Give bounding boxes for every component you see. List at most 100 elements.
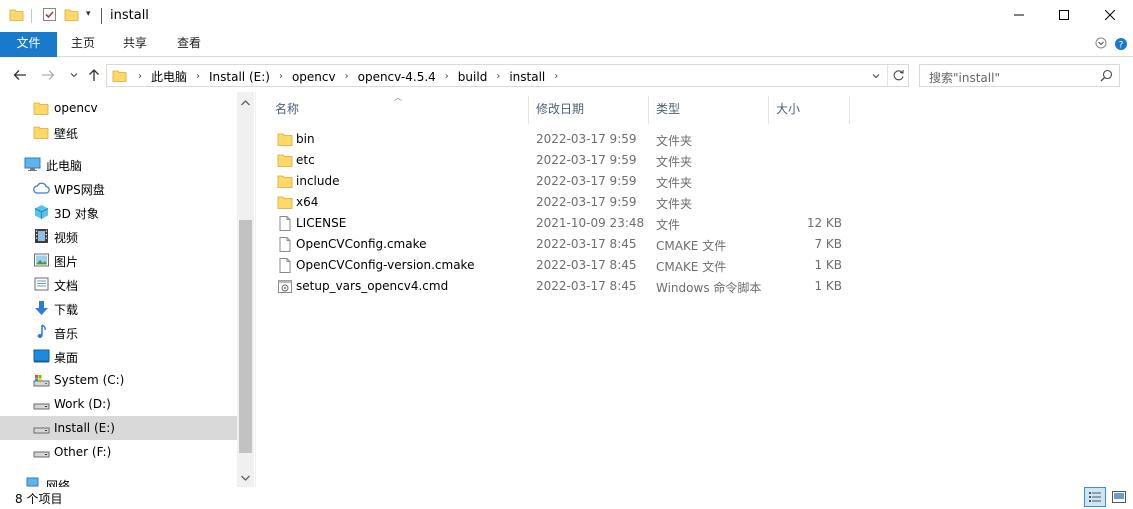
forward-button[interactable] — [37, 64, 59, 86]
breadcrumb-separator-icon[interactable]: › — [440, 71, 454, 82]
large-icons-view-button[interactable] — [1108, 487, 1130, 507]
column-divider[interactable] — [648, 96, 649, 124]
file-date: 2022-03-17 9:59 — [536, 195, 637, 209]
breadcrumb-separator-icon[interactable]: › — [274, 71, 288, 82]
folder-icon — [33, 124, 50, 140]
tab-view[interactable]: 查看 — [163, 32, 215, 57]
cloud-icon — [33, 180, 50, 196]
breadcrumb-item[interactable]: build — [454, 70, 492, 84]
nav-item-label: 视频 — [54, 231, 79, 245]
nav-item-downloads[interactable]: 下载 — [0, 296, 237, 320]
nav-item-videos[interactable]: 视频 — [0, 224, 237, 248]
breadcrumb-item[interactable]: opencv — [288, 70, 340, 84]
file-row[interactable]: OpenCVConfig.cmake 2022-03-17 8:45 CMAKE… — [256, 234, 856, 255]
nav-item-drive-e[interactable]: Install (E:) — [0, 416, 237, 440]
expand-ribbon-chevron-icon[interactable] — [1095, 37, 1107, 52]
navigation-pane: opencv 壁纸 此电脑 WPS网盘 3D 对象 视频 图片 文档 下载 音乐… — [0, 92, 255, 487]
nav-item-3d-objects[interactable]: 3D 对象 — [0, 200, 237, 224]
search-icon[interactable] — [1100, 69, 1113, 85]
file-date: 2022-03-17 8:45 — [536, 258, 637, 272]
column-header-size[interactable]: 大小 — [776, 96, 800, 122]
properties-check-icon[interactable] — [42, 7, 57, 25]
column-divider[interactable] — [849, 96, 850, 124]
nav-item-desktop[interactable]: 桌面 — [0, 344, 237, 368]
folder-icon — [33, 100, 50, 116]
file-type: 文件夹 — [656, 176, 693, 190]
file-name: include — [296, 174, 340, 188]
nav-item-this-pc[interactable]: 此电脑 — [0, 152, 237, 176]
column-divider[interactable] — [768, 96, 769, 124]
nav-item-music[interactable]: 音乐 — [0, 320, 237, 344]
file-type: CMAKE 文件 — [656, 239, 727, 253]
scroll-up-icon[interactable] — [240, 96, 251, 110]
breadcrumb-separator-icon[interactable]: › — [549, 71, 563, 82]
recent-locations-button[interactable] — [63, 64, 85, 86]
file-row[interactable]: include 2022-03-17 9:59 文件夹 — [256, 171, 856, 192]
nav-item-label: 此电脑 — [46, 159, 83, 173]
back-button[interactable] — [9, 64, 31, 86]
close-button[interactable] — [1087, 0, 1133, 30]
back-arrow-icon — [13, 70, 26, 80]
new-folder-icon[interactable] — [64, 7, 79, 25]
nav-item-wps-cloud[interactable]: WPS网盘 — [0, 176, 237, 200]
breadcrumb-separator-icon[interactable]: › — [191, 71, 205, 82]
file-icon — [277, 237, 293, 252]
breadcrumb-separator-icon[interactable]: › — [133, 71, 147, 82]
search-placeholder: 搜索"install" — [929, 71, 1000, 85]
file-row[interactable]: etc 2022-03-17 9:59 文件夹 — [256, 150, 856, 171]
nav-item-wallpaper[interactable]: 壁纸 — [0, 120, 237, 144]
nav-item-network[interactable]: 网络 — [0, 472, 237, 487]
file-name: OpenCVConfig-version.cmake — [296, 258, 475, 272]
address-history-button[interactable] — [866, 65, 886, 86]
file-date: 2021-10-09 23:48 — [536, 216, 645, 230]
tab-share[interactable]: 共享 — [109, 32, 161, 57]
breadcrumb-separator-icon[interactable]: › — [491, 71, 505, 82]
file-row[interactable]: LICENSE 2021-10-09 23:48 文件 12 KB — [256, 213, 856, 234]
nav-item-documents[interactable]: 文档 — [0, 272, 237, 296]
navigation-pane-scrollbar[interactable] — [237, 92, 254, 487]
help-icon[interactable]: ? — [1114, 37, 1128, 54]
quick-access-folder-icon[interactable] — [9, 7, 24, 25]
scrollbar-thumb[interactable] — [239, 220, 252, 453]
column-divider[interactable] — [528, 96, 529, 124]
breadcrumb-item[interactable]: Install (E:) — [205, 70, 274, 84]
nav-item-drive-d[interactable]: Work (D:) — [0, 392, 237, 416]
address-bar[interactable]: › 此电脑 › Install (E:) › opencv › opencv-4… — [106, 64, 909, 87]
refresh-button[interactable] — [887, 65, 908, 86]
file-name: OpenCVConfig.cmake — [296, 237, 427, 251]
file-list: ︿ 名称 修改日期 类型 大小 bin 2022-03-17 9:59 文件夹 … — [256, 92, 1133, 487]
file-type: Windows 命令脚本 — [656, 281, 762, 295]
tab-home[interactable]: 主页 — [57, 32, 109, 57]
column-header-date[interactable]: 修改日期 — [536, 96, 584, 122]
scroll-down-icon[interactable] — [240, 471, 251, 485]
folder-icon — [277, 195, 293, 210]
forward-arrow-icon — [42, 70, 55, 80]
file-row[interactable]: OpenCVConfig-version.cmake 2022-03-17 8:… — [256, 255, 856, 276]
nav-item-drive-f[interactable]: Other (F:) — [0, 440, 237, 464]
customize-quick-access-dropdown-icon[interactable]: ▾ — [86, 9, 91, 19]
column-header-type[interactable]: 类型 — [656, 96, 680, 122]
nav-item-opencv[interactable]: opencv — [0, 96, 237, 120]
nav-item-label: 桌面 — [54, 351, 79, 365]
nav-item-label: 下载 — [54, 303, 79, 317]
video-icon — [33, 228, 50, 244]
breadcrumb-separator-icon[interactable]: › — [340, 71, 354, 82]
maximize-button[interactable] — [1041, 0, 1087, 30]
file-row[interactable]: x64 2022-03-17 9:59 文件夹 — [256, 192, 856, 213]
nav-item-pictures[interactable]: 图片 — [0, 248, 237, 272]
file-row[interactable]: setup_vars_opencv4.cmd 2022-03-17 8:45 W… — [256, 276, 856, 297]
breadcrumb-item[interactable]: opencv-4.5.4 — [354, 70, 440, 84]
breadcrumb-item[interactable]: 此电脑 — [147, 68, 191, 85]
column-header-name[interactable]: 名称 — [275, 96, 299, 122]
search-input[interactable]: 搜索"install" — [919, 64, 1120, 87]
tab-file[interactable]: 文件 — [0, 32, 57, 57]
minimize-button[interactable] — [996, 0, 1042, 30]
file-name: LICENSE — [296, 216, 347, 230]
details-view-button[interactable] — [1084, 487, 1106, 507]
breadcrumb-item[interactable]: install — [505, 70, 549, 84]
up-button[interactable] — [83, 64, 105, 86]
file-type: 文件 — [656, 218, 681, 232]
maximize-icon — [1059, 10, 1069, 20]
nav-item-drive-c[interactable]: System (C:) — [0, 368, 237, 392]
file-row[interactable]: bin 2022-03-17 9:59 文件夹 — [256, 129, 856, 150]
